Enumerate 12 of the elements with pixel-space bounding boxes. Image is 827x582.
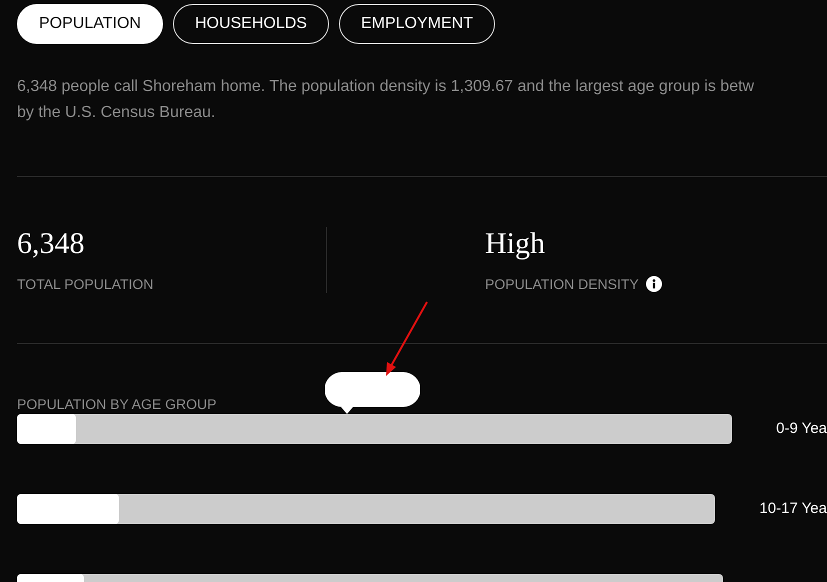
section-title: POPULATION BY AGE GROUP [17,395,218,414]
tab[interactable]: HOUSEHOLDS [172,4,329,44]
stat-label: POPULATION DENSITY [485,275,639,293]
stat-label: TOTAL POPULATION [17,275,154,293]
bar-label: 10-17 Yea [759,498,827,519]
tab[interactable]: POPULATION [17,4,163,44]
stat-value: High [485,227,546,261]
info-icon[interactable] [646,276,662,292]
bar-label: 0-9 Yea [776,418,827,439]
tab[interactable]: EMPLOYMENT [338,4,495,44]
description-text: 6,348 people call Shoreham home. The population density is 1,309.67 and the largest age group is betw by the U.S. Census Bureau. [17,77,756,123]
stat-value: 6,348 [17,227,86,261]
